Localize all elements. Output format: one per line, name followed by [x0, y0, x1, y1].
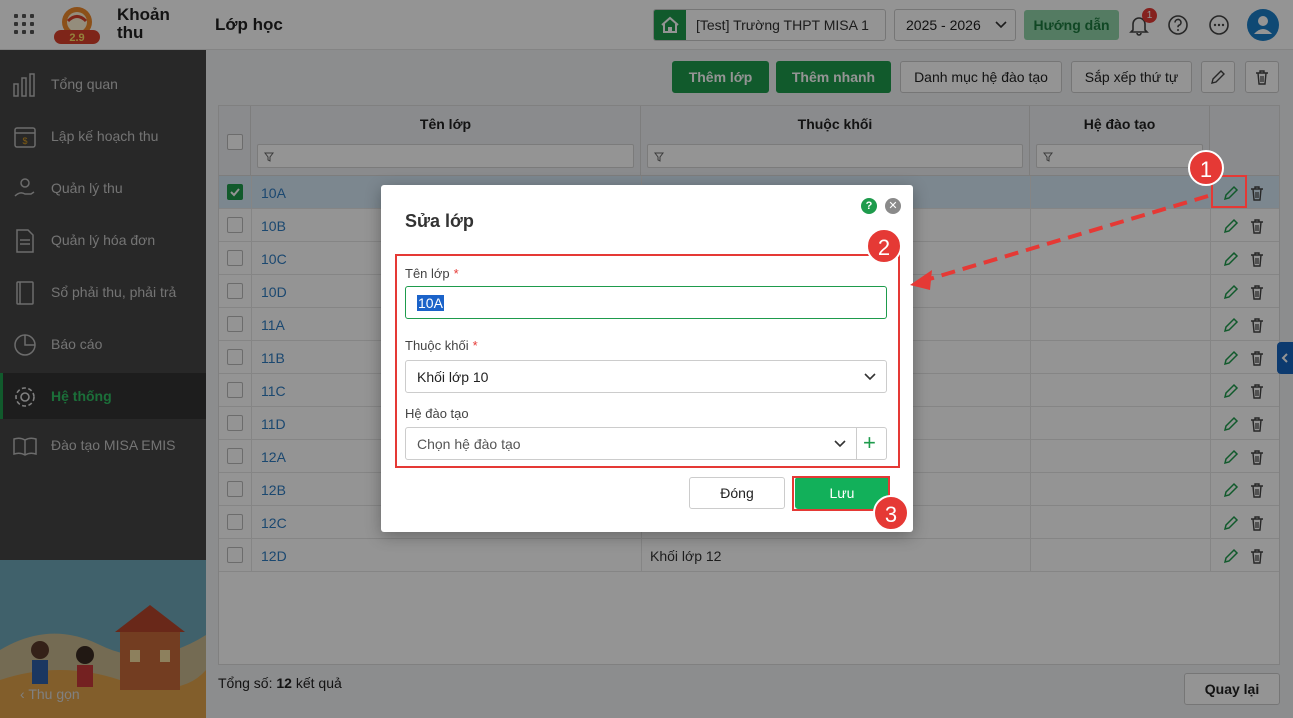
annotation-step-2: 2	[866, 228, 902, 264]
annotation-step-3: 3	[873, 495, 909, 531]
annotation-arrow	[910, 194, 1209, 290]
annotation-step-1: 1	[1188, 150, 1224, 186]
